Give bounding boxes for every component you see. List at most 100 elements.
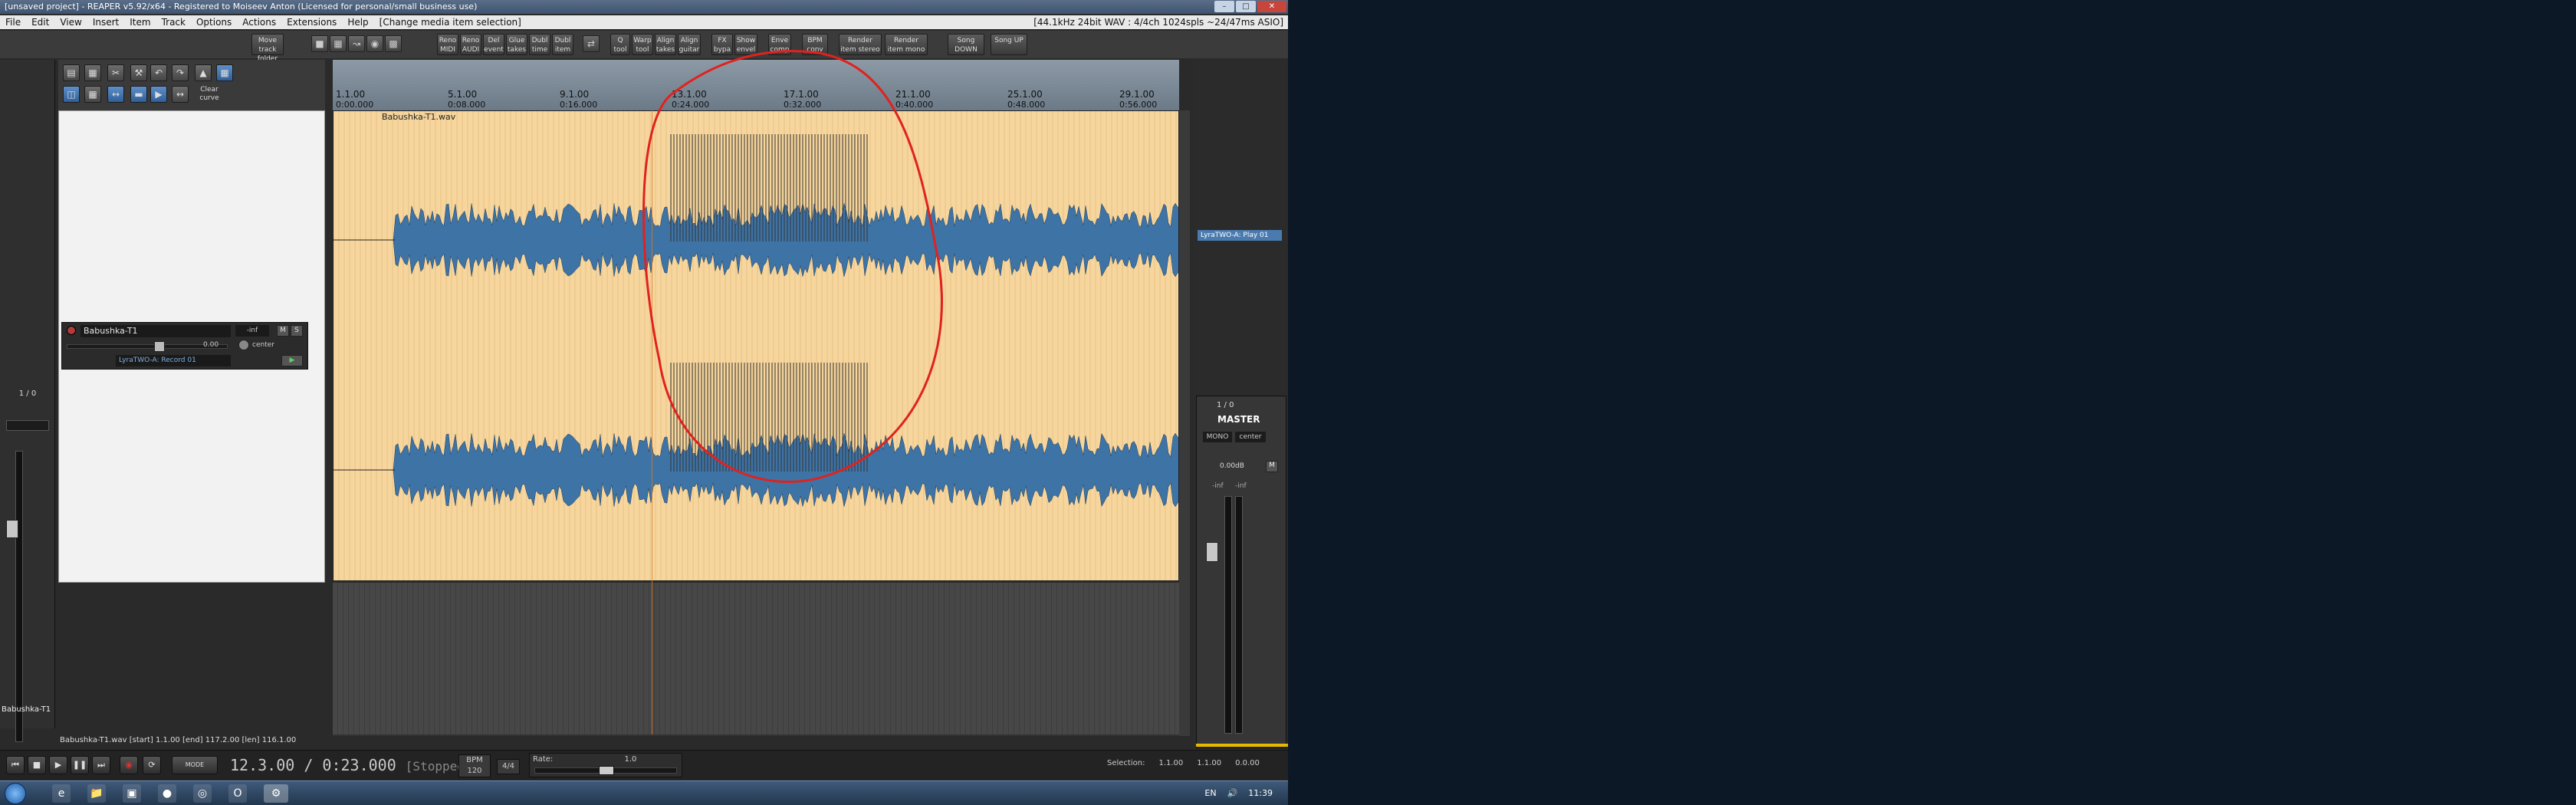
record-icon[interactable]: ◉: [120, 756, 138, 774]
toolbar-button-show-envelope[interactable]: Show envel: [734, 34, 757, 55]
time-signature[interactable]: 4/4: [497, 759, 520, 774]
master-mute-button[interactable]: M: [1266, 461, 1278, 472]
open-icon[interactable]: ▦: [84, 64, 101, 81]
toolbar-button-warp-tool[interactable]: Warp tool: [632, 34, 653, 55]
pan-knob[interactable]: [238, 340, 249, 350]
vertical-scrollbar[interactable]: [1179, 110, 1190, 736]
toolbar-button-reno-midi[interactable]: Reno MIDI: [437, 34, 458, 55]
master-fader[interactable]: [1206, 542, 1218, 562]
solo-button[interactable]: S: [291, 325, 303, 337]
grid-icon[interactable]: ▦: [330, 35, 347, 52]
menu-extensions[interactable]: Extensions: [281, 17, 342, 28]
toolbar-button-fx-bypass[interactable]: FX bypa: [711, 34, 733, 55]
toolbar-button-render-item-mono[interactable]: Render item mono: [885, 34, 928, 55]
minimize-icon[interactable]: –: [1214, 1, 1234, 12]
mute-button[interactable]: M: [277, 325, 289, 337]
menu-options[interactable]: Options: [191, 17, 237, 28]
auto-crossfade-icon[interactable]: ▶: [150, 86, 167, 103]
go-to-start-icon[interactable]: ⏮: [6, 756, 25, 774]
media-item[interactable]: [333, 110, 1179, 581]
redo-icon[interactable]: ↷: [172, 64, 189, 81]
play-icon[interactable]: ▶: [49, 756, 67, 774]
track-fx-slot[interactable]: LyraTWO-A: Record 01: [116, 355, 231, 366]
toolbar-button-song-down[interactable]: Song DOWN: [948, 34, 984, 55]
track-header[interactable]: Babushka-T1 IO -inf M S 0.00 center Lyra…: [61, 322, 308, 370]
repeat-icon[interactable]: ⟳: [143, 756, 161, 774]
clock[interactable]: 11:39: [1248, 788, 1273, 798]
ripple-icon[interactable]: ▦: [84, 86, 101, 103]
toolbar-button-q-tool[interactable]: Q tool: [610, 34, 630, 55]
ruler-bar-label: 29.1.00: [1119, 89, 1155, 100]
toolbar-button-align-guitar[interactable]: Align guitar: [678, 34, 701, 55]
toolbar-button-move-track-folder[interactable]: Move track folder: [251, 34, 284, 63]
toolbar-button-glue-takes[interactable]: Glue takes: [506, 34, 527, 55]
wrench-icon[interactable]: ⚒: [130, 64, 147, 81]
rate-slider-knob[interactable]: [599, 766, 614, 775]
volume-tray-icon[interactable]: 🔊: [1227, 788, 1238, 798]
toolbar-button-render-item-stereo[interactable]: Render item stereo: [839, 34, 882, 55]
chart-icon[interactable]: ↝: [348, 35, 365, 52]
lock-icon[interactable]: ↔: [107, 86, 124, 103]
toolbar-button-song-up[interactable]: Song UP: [991, 34, 1027, 55]
explorer-icon[interactable]: 📁: [87, 784, 106, 803]
vu-icon[interactable]: ▩: [385, 35, 402, 52]
bpm-display[interactable]: BPM 120: [458, 754, 491, 777]
master-mono-button[interactable]: MONO: [1203, 432, 1232, 442]
track-volume-knob[interactable]: [154, 341, 165, 352]
menu-view[interactable]: View: [54, 17, 87, 28]
toolbar-button-bpm-conv[interactable]: BPM conv: [802, 34, 828, 55]
menu-item[interactable]: Item: [124, 17, 156, 28]
envelope-points-icon[interactable]: ↔: [172, 86, 189, 103]
ie-icon[interactable]: e: [52, 784, 71, 803]
toolbar-button-del-event[interactable]: Del event: [483, 34, 504, 55]
menu-actions[interactable]: Actions: [237, 17, 281, 28]
go-to-end-icon[interactable]: ⏭: [92, 756, 110, 774]
playrate-control[interactable]: Rate: 1.0: [529, 753, 682, 777]
save-icon[interactable]: ▤: [63, 64, 80, 81]
chrome-icon[interactable]: ◎: [193, 784, 212, 803]
reaper-taskbar-icon[interactable]: ⚙: [264, 784, 288, 803]
language-indicator[interactable]: EN: [1204, 788, 1216, 798]
selection-length[interactable]: 0.0.00: [1235, 759, 1260, 770]
toolbar-button-envelope-comp[interactable]: Enve comp: [768, 34, 791, 55]
left-strip-fader[interactable]: [6, 520, 18, 538]
selection-start[interactable]: 1.1.00: [1158, 759, 1183, 770]
toolbar-button-dubl-item[interactable]: Dubl item: [552, 34, 573, 55]
pause-icon[interactable]: ❚❚: [71, 756, 89, 774]
item-grouping-icon[interactable]: ▬: [130, 86, 147, 103]
cut-icon[interactable]: ✂: [107, 64, 124, 81]
stop-icon[interactable]: ■: [28, 756, 46, 774]
fx-enable-button[interactable]: ▶: [281, 355, 303, 366]
window-controls: – □ ✕: [1214, 1, 1286, 12]
automation-mode-button[interactable]: MODE: [172, 756, 218, 774]
menu-edit[interactable]: Edit: [26, 17, 54, 28]
undo-icon[interactable]: ↶: [150, 64, 167, 81]
toolbar-button-reno-audi[interactable]: Reno AUDI: [460, 34, 481, 55]
master-fx-slot[interactable]: LyraTWO-A: Play 01: [1198, 230, 1282, 241]
start-button[interactable]: [5, 783, 26, 804]
menu-track[interactable]: Track: [156, 17, 191, 28]
maximize-icon[interactable]: □: [1236, 1, 1256, 12]
metronome-icon[interactable]: ▲: [195, 64, 212, 81]
left-strip-pan[interactable]: [6, 420, 49, 431]
toolbar-button-dubl-time[interactable]: Dubl time: [529, 34, 550, 55]
selection-end[interactable]: 1.1.00: [1197, 759, 1221, 770]
track-name[interactable]: Babushka-T1: [80, 325, 231, 337]
menu-file[interactable]: File: [0, 17, 26, 28]
snap-icon[interactable]: ◫: [63, 86, 80, 103]
empty-arrange-area[interactable]: [333, 583, 1179, 734]
menu-insert[interactable]: Insert: [87, 17, 124, 28]
arrow-tool-icon[interactable]: ⇄: [583, 35, 600, 52]
grid-toggle-icon[interactable]: ▦: [216, 64, 233, 81]
opera-icon[interactable]: O: [228, 784, 247, 803]
record-arm-icon[interactable]: [67, 326, 76, 335]
toolbar-button-align-takes[interactable]: Align takes: [655, 34, 676, 55]
color-icon[interactable]: ◉: [366, 35, 383, 52]
clear-curve-button[interactable]: Clear curve: [196, 86, 222, 104]
notes-icon[interactable]: ▣: [123, 784, 141, 803]
menu-help[interactable]: Help: [342, 17, 373, 28]
people-icon[interactable]: ●: [158, 784, 176, 803]
master-pan[interactable]: center: [1235, 432, 1266, 442]
close-icon[interactable]: ✕: [1257, 1, 1286, 12]
red-tool-icon[interactable]: ■: [311, 35, 328, 52]
